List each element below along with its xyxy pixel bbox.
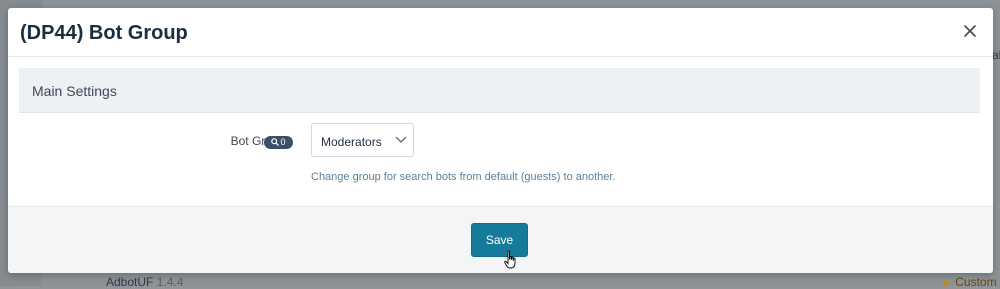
section-title: Main Settings (32, 83, 117, 99)
backdrop-addon-name: AdbotUF 1.4.4 (106, 275, 183, 289)
close-icon[interactable] (961, 22, 979, 40)
hand-cursor-icon (504, 250, 516, 269)
select-value: Moderators (321, 135, 382, 149)
search-icon (271, 138, 280, 146)
main-settings-header: Main Settings (19, 68, 980, 113)
save-button[interactable]: Save (471, 223, 528, 257)
dialog-header: (DP44) Bot Group (8, 8, 993, 57)
bot-group-dialog: (DP44) Bot Group Main Settings Bot Group… (8, 8, 993, 273)
addon-version: 1.4.4 (156, 275, 184, 289)
addon-name: AdbotUF (106, 275, 154, 289)
search-count-badge[interactable]: 0 (264, 136, 293, 149)
dialog-title: (DP44) Bot Group (20, 22, 188, 44)
custom-label: Custom (955, 275, 997, 289)
warning-icon: ▲ (940, 275, 952, 289)
search-count: 0 (280, 137, 286, 147)
field-hint: Change group for search bots from defaul… (311, 171, 616, 183)
backdrop-text-fragment: al (992, 48, 1000, 62)
dialog-footer: Save (8, 206, 993, 273)
chevron-down-icon (395, 136, 407, 144)
backdrop-custom-label: ▲ Custom (940, 275, 997, 289)
bot-group-select[interactable]: Moderators (311, 123, 414, 157)
